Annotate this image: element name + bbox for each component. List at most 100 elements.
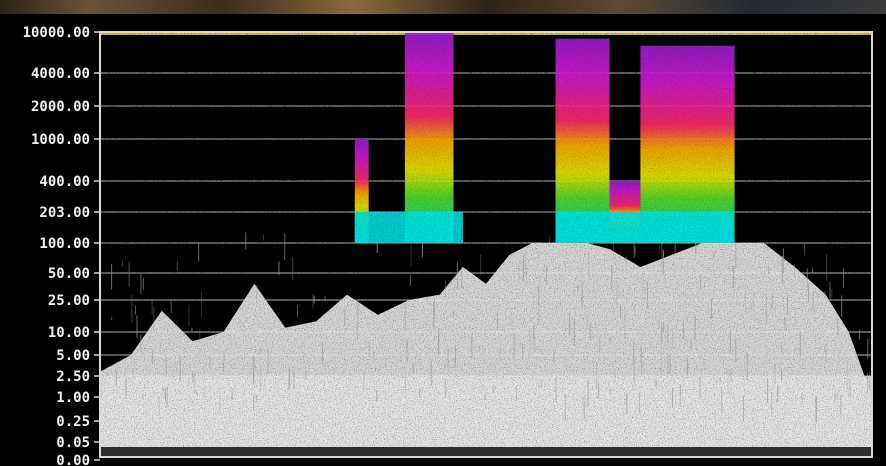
trace-speck: [278, 261, 280, 275]
trace-speck: [866, 373, 868, 393]
trace-speck: [719, 377, 721, 383]
trace-speck: [564, 394, 566, 420]
y-tick-label: 2.50: [56, 369, 90, 385]
trace-speck: [409, 274, 411, 286]
trace-speck: [694, 316, 696, 340]
trace-speck: [413, 361, 415, 374]
trace-speck: [643, 273, 644, 284]
trace-speck: [253, 394, 255, 410]
trace-speck: [598, 383, 600, 399]
trace-speck: [419, 355, 421, 359]
trace-speck: [633, 361, 635, 383]
y-tick-label: 0.00: [56, 453, 90, 466]
trace-speck: [633, 341, 635, 365]
trace-speck: [713, 251, 715, 258]
trace-speck: [142, 393, 144, 399]
trace-speck: [634, 246, 636, 254]
trace-speck: [642, 282, 644, 301]
trace-speck: [256, 284, 258, 296]
trace-speck: [840, 395, 842, 418]
trace-speck: [555, 376, 557, 402]
trace-speck: [419, 388, 421, 398]
trace-speck: [735, 338, 737, 364]
y-tick-label: 4000.00: [31, 66, 90, 82]
trace-speck: [869, 371, 871, 391]
trace-speck: [125, 377, 127, 400]
trace-speck: [255, 394, 257, 402]
trace-speck: [151, 300, 153, 314]
trace-speck: [457, 262, 458, 290]
trace-speck: [829, 281, 831, 299]
trace-speck: [646, 281, 648, 309]
trace-speck: [804, 243, 806, 256]
trace-speck: [484, 394, 486, 401]
trace-speck: [815, 395, 817, 422]
trace-speck: [614, 371, 616, 381]
trace-speck: [686, 316, 688, 321]
trace-speck: [492, 385, 494, 394]
trace-speck: [824, 291, 826, 298]
trace-speck: [781, 369, 782, 382]
trace-speck: [404, 306, 406, 331]
trace-speck: [826, 253, 828, 281]
trace-speck: [499, 345, 501, 362]
trace-speck: [204, 385, 206, 399]
hdr-highlight-trace: [100, 32, 872, 244]
trace-speck: [609, 337, 611, 343]
trace-speck: [158, 396, 160, 416]
y-tick-label: 25.00: [48, 293, 90, 309]
trace-speck: [132, 369, 134, 378]
trace-speck: [199, 329, 201, 345]
trace-speck: [690, 339, 692, 349]
trace-speck: [599, 337, 601, 354]
trace-speck: [405, 375, 406, 393]
trace-speck: [808, 283, 809, 303]
trace-speck: [522, 256, 524, 282]
trace-speck: [223, 351, 225, 373]
y-tick-label: 2000.00: [31, 99, 90, 115]
trace-speck: [121, 260, 123, 267]
trace-speck: [430, 359, 432, 386]
trace-speck: [461, 267, 463, 289]
trace-speck: [841, 295, 843, 317]
trace-speck: [686, 357, 688, 376]
trace-speck: [433, 303, 435, 329]
trace-speck: [581, 282, 583, 308]
trace-speck: [344, 308, 346, 326]
trace-speck: [192, 371, 194, 384]
trace-speck: [622, 373, 623, 377]
trace-speck: [661, 243, 663, 268]
trace-speck: [165, 388, 167, 402]
trace-speck: [732, 266, 734, 289]
trace-speck: [545, 266, 547, 285]
trace-speck: [324, 296, 326, 302]
trace-speck: [846, 360, 848, 389]
trace-speck: [667, 324, 669, 343]
trace-speck: [721, 387, 723, 414]
trace-speck: [660, 352, 662, 377]
trace-speck: [368, 341, 370, 358]
trace-speck: [729, 330, 731, 354]
trace-speck: [357, 300, 359, 326]
trace-speck: [454, 345, 456, 362]
trace-speck: [131, 295, 133, 323]
y-tick-label: 10.00: [48, 325, 90, 341]
trace-speck: [834, 394, 836, 401]
hdr-waveform-scope: 10000.00 4000.00 2000.00 1000.00 400.00 203.0…: [0, 14, 886, 466]
trace-speck: [385, 355, 387, 369]
trace-speck: [616, 280, 618, 305]
trace-speck: [793, 264, 795, 276]
trace-speck: [667, 352, 669, 374]
trace-speck: [198, 241, 200, 262]
trace-speck: [771, 293, 773, 309]
trace-speck: [188, 377, 189, 387]
trace-speck: [533, 325, 535, 348]
trace-speck: [529, 329, 531, 357]
trace-speck: [452, 310, 454, 317]
trace-speck: [188, 304, 190, 327]
trace-speck: [776, 392, 778, 403]
trace-speck: [313, 295, 315, 304]
trace-speck: [136, 315, 138, 338]
trace-speck: [569, 313, 571, 336]
trace-speck: [742, 395, 744, 422]
